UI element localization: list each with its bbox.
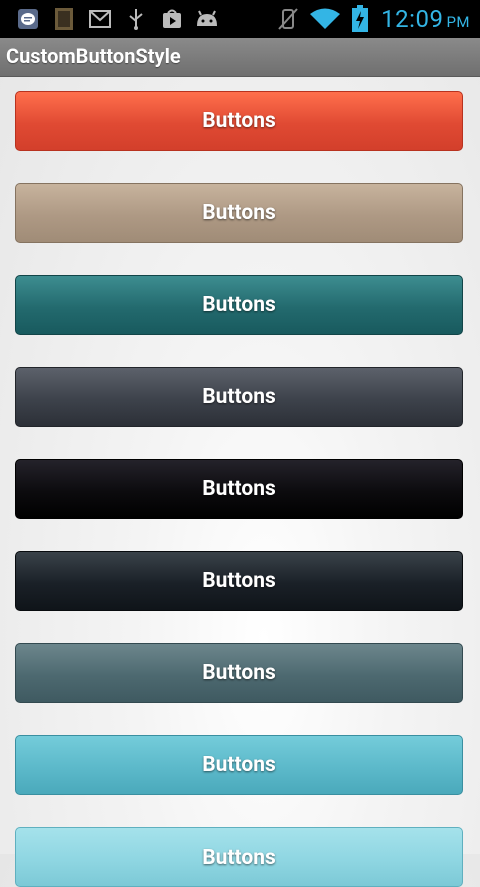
custom-button-9[interactable]: Buttons bbox=[15, 827, 463, 887]
wifi-icon bbox=[308, 7, 342, 31]
chat-icon bbox=[16, 7, 40, 31]
custom-button-5[interactable]: Buttons bbox=[15, 459, 463, 519]
usb-icon bbox=[124, 7, 148, 31]
custom-button-3[interactable]: Buttons bbox=[15, 275, 463, 335]
custom-button-8[interactable]: Buttons bbox=[15, 735, 463, 795]
status-clock: 12:09 PM bbox=[381, 5, 470, 33]
custom-button-7[interactable]: Buttons bbox=[15, 643, 463, 703]
custom-button-4[interactable]: Buttons bbox=[15, 367, 463, 427]
vibrate-mute-icon bbox=[276, 7, 300, 31]
book-icon bbox=[52, 7, 76, 31]
play-store-icon bbox=[160, 7, 184, 31]
battery-charging-icon bbox=[350, 4, 370, 34]
app-title: CustomButtonStyle bbox=[6, 44, 181, 68]
android-icon bbox=[194, 7, 220, 31]
custom-button-1[interactable]: Buttons bbox=[15, 91, 463, 151]
custom-button-6[interactable]: Buttons bbox=[15, 551, 463, 611]
status-bar: 12:09 PM bbox=[0, 0, 480, 38]
action-bar: CustomButtonStyle bbox=[0, 38, 480, 77]
custom-button-2[interactable]: Buttons bbox=[15, 183, 463, 243]
gmail-icon bbox=[88, 7, 112, 31]
